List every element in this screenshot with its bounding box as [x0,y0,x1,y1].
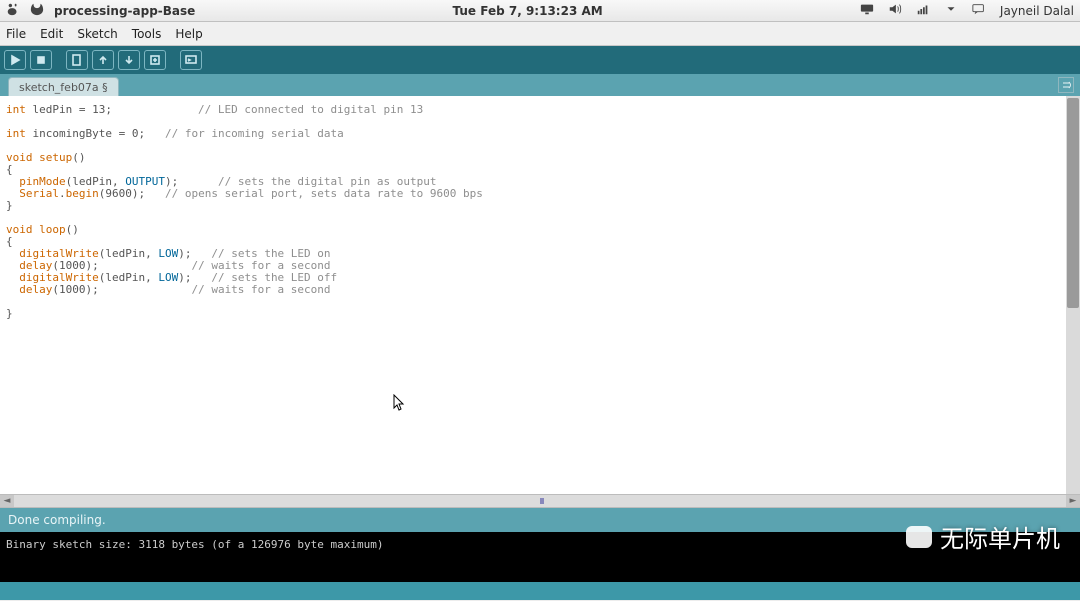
menu-edit[interactable]: Edit [40,27,63,41]
export-button[interactable] [144,50,166,70]
tab-bar: sketch_feb07a § [0,74,1080,96]
status-text: Done compiling. [8,513,106,527]
save-button[interactable] [118,50,140,70]
console[interactable]: Binary sketch size: 3118 bytes (of a 126… [0,532,1080,582]
sketch-tab-label: sketch_feb07a § [19,81,108,94]
menu-file[interactable]: File [6,27,26,41]
os-app-title: processing-app-Base [54,4,195,18]
menu-tools[interactable]: Tools [132,27,162,41]
dropdown-icon[interactable] [944,2,958,19]
menu-help[interactable]: Help [175,27,202,41]
status-bar: Done compiling. [0,508,1080,532]
sketch-tab[interactable]: sketch_feb07a § [8,77,119,96]
vertical-scrollbar[interactable] [1066,96,1080,494]
scrollbar-thumb[interactable] [1067,98,1079,308]
os-tray: Jayneil Dalal [860,2,1074,19]
hscroll-track[interactable] [14,495,1066,507]
editor-area: int ledPin = 13; // LED connected to dig… [0,96,1080,494]
open-button[interactable] [92,50,114,70]
os-clock[interactable]: Tue Feb 7, 9:13:23 AM [453,4,603,18]
toolbar [0,46,1080,74]
volume-icon[interactable] [888,2,902,19]
new-button[interactable] [66,50,88,70]
hscroll-right-icon[interactable]: ► [1066,495,1080,507]
tab-menu-button[interactable] [1058,77,1074,93]
run-button[interactable] [4,50,26,70]
signal-icon[interactable] [916,2,930,19]
os-user[interactable]: Jayneil Dalal [1000,4,1074,18]
os-menubar: processing-app-Base Tue Feb 7, 9:13:23 A… [0,0,1080,22]
horizontal-scrollbar[interactable]: ◄ ► [0,494,1080,508]
stop-button[interactable] [30,50,52,70]
app-launcher-icon[interactable] [30,2,44,19]
hscroll-left-icon[interactable]: ◄ [0,495,14,507]
gnome-foot-icon[interactable] [6,2,20,19]
code-editor[interactable]: int ledPin = 13; // LED connected to dig… [0,96,1066,494]
console-line: Binary sketch size: 3118 bytes (of a 126… [6,538,1074,551]
chat-icon[interactable] [972,2,986,19]
line-status-bar [0,582,1080,600]
display-icon[interactable] [860,2,874,19]
app-menubar: File Edit Sketch Tools Help [0,22,1080,46]
serial-monitor-button[interactable] [180,50,202,70]
menu-sketch[interactable]: Sketch [77,27,117,41]
